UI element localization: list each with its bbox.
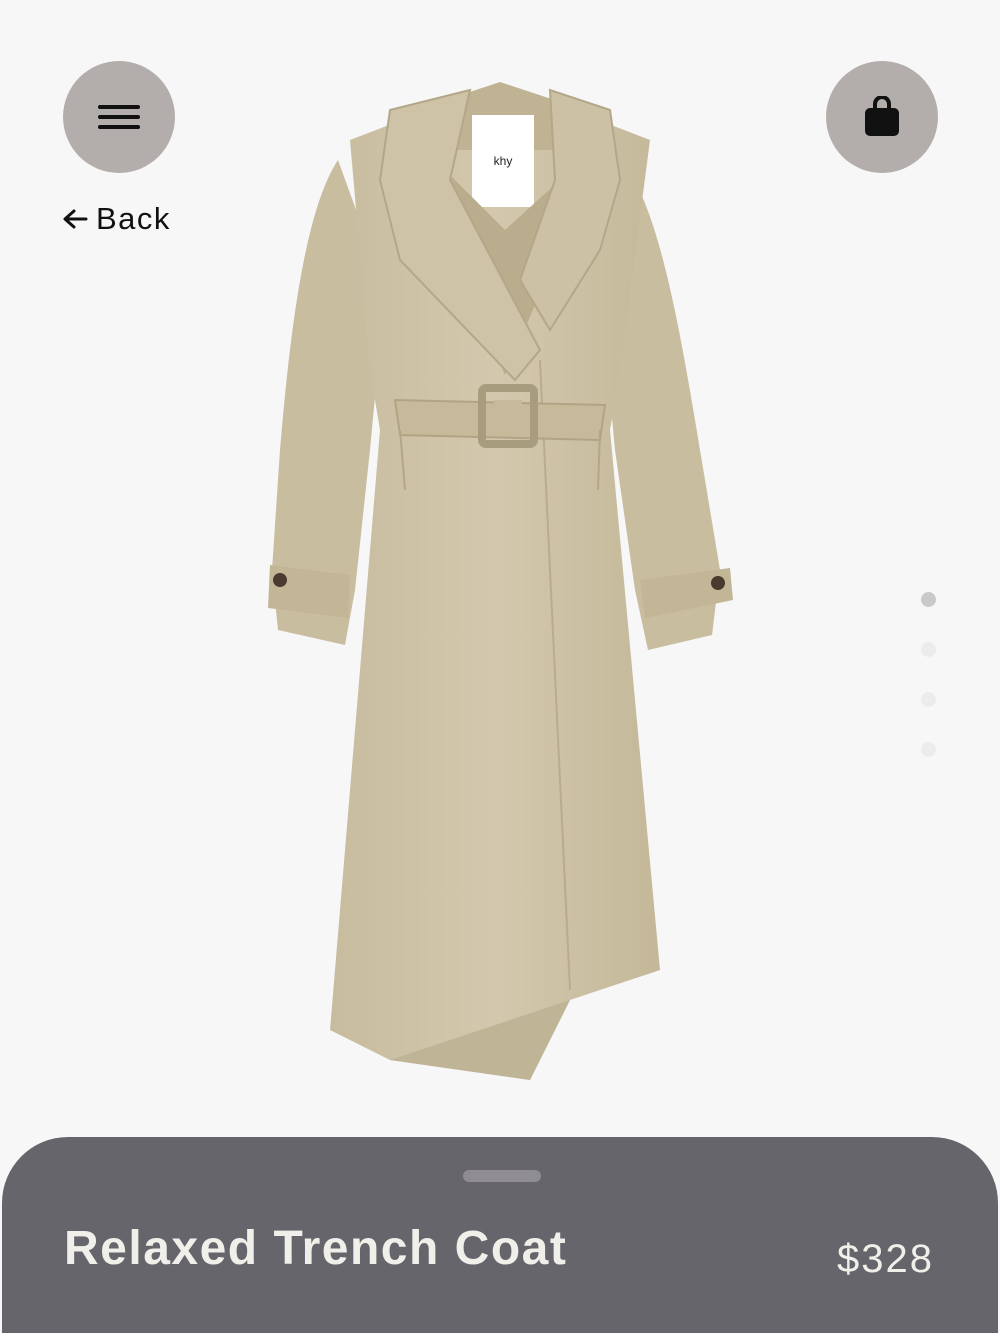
carousel-dot[interactable] (920, 642, 936, 657)
product-details-sheet[interactable]: Relaxed Trench Coat $328 (2, 1137, 998, 1333)
back-link[interactable]: Back (62, 198, 171, 240)
hamburger-menu-icon (98, 105, 140, 129)
carousel-dot[interactable] (920, 742, 936, 757)
svg-text:khy: khy (494, 154, 513, 168)
product-image-trench-coat: khy (268, 82, 733, 1080)
back-label: Back (96, 201, 171, 236)
carousel-dot[interactable] (920, 592, 936, 607)
image-carousel-indicator (919, 592, 937, 757)
shopping-bag-button[interactable] (826, 61, 938, 173)
menu-button[interactable] (63, 61, 175, 173)
shopping-bag-icon (865, 96, 899, 136)
arrow-left-icon (63, 209, 88, 229)
carousel-dot[interactable] (920, 692, 936, 707)
product-price: $328 (837, 1237, 934, 1281)
product-title: Relaxed Trench Coat (64, 1222, 568, 1275)
sheet-drag-handle[interactable] (463, 1170, 541, 1182)
